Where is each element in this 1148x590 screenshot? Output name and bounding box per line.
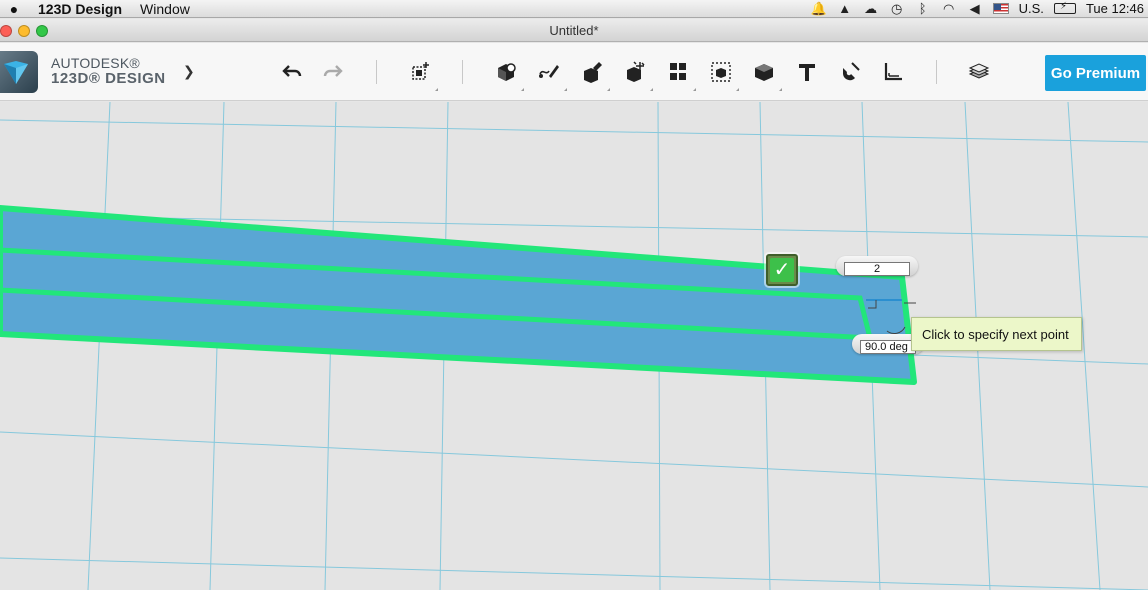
text-icon xyxy=(799,64,815,81)
minimize-window-button[interactable] xyxy=(18,25,30,37)
combine-icon xyxy=(755,64,773,81)
material-icon xyxy=(968,63,990,79)
primitives-button[interactable] xyxy=(405,57,438,91)
sketch-icon xyxy=(539,65,559,78)
volume-icon[interactable]: ◀ xyxy=(967,1,983,17)
snap-button[interactable] xyxy=(835,57,865,87)
pattern-icon xyxy=(670,63,686,80)
brand-line-autodesk: AUTODESK® xyxy=(51,55,140,71)
snap-icon xyxy=(843,62,860,81)
box-primitive-icon xyxy=(498,63,516,81)
group-button[interactable] xyxy=(706,57,739,91)
modify-icon xyxy=(627,61,645,82)
time-machine-icon[interactable]: ◷ xyxy=(889,1,905,17)
go-premium-button[interactable]: Go Premium xyxy=(1045,55,1146,91)
window-title: Untitled* xyxy=(549,22,599,38)
app-menu[interactable]: 123D Design xyxy=(38,1,122,17)
input-source[interactable]: U.S. xyxy=(1019,1,1044,16)
measure-button[interactable] xyxy=(878,57,908,87)
undo-icon xyxy=(282,65,302,77)
clock[interactable]: Tue 12:46 xyxy=(1086,1,1144,16)
redo-button[interactable] xyxy=(318,57,348,87)
toolbar-separator xyxy=(936,60,937,84)
wifi-icon[interactable]: ◠ xyxy=(941,1,957,17)
apple-icon[interactable]: ● xyxy=(0,1,28,17)
length-dimension-box[interactable] xyxy=(836,256,918,276)
brand-line-product: 123D® DESIGN xyxy=(51,70,166,87)
length-input[interactable] xyxy=(844,262,910,276)
notification-icon[interactable]: 🔔 xyxy=(811,1,827,17)
modify-button[interactable] xyxy=(620,57,653,91)
primitives-menu-button[interactable] xyxy=(491,57,524,91)
undo-button[interactable] xyxy=(277,57,307,87)
brand-wordmark: AUTODESK® 123D® DESIGN xyxy=(51,55,166,87)
hint-tooltip: Click to specify next point xyxy=(911,317,1082,351)
drive-icon[interactable]: ▲ xyxy=(837,1,853,16)
3d-viewport[interactable]: ✓ Click to specify next point xyxy=(0,102,1148,590)
flag-icon[interactable] xyxy=(992,3,1009,14)
group-icon xyxy=(711,62,731,82)
cloud-icon[interactable]: ☁ xyxy=(863,1,879,17)
pattern-button[interactable] xyxy=(663,57,696,91)
construct-button[interactable] xyxy=(577,57,610,91)
toolbar-separator xyxy=(462,60,463,84)
menu-bar: ● 123D Design Window 🔔 ▲ ☁ ◷ ᛒ ◠ ◀ U.S. … xyxy=(0,0,1148,18)
combine-button[interactable] xyxy=(749,57,782,91)
menu-window[interactable]: Window xyxy=(140,1,190,17)
redo-icon xyxy=(323,65,343,77)
confirm-button[interactable]: ✓ xyxy=(766,254,798,286)
construct-icon xyxy=(584,62,602,83)
close-window-button[interactable] xyxy=(0,25,12,37)
angle-input[interactable] xyxy=(860,340,916,354)
ruler-icon xyxy=(884,63,902,81)
window-title-bar: Untitled* xyxy=(0,19,1148,42)
toolbar-separator xyxy=(376,60,377,84)
zoom-window-button[interactable] xyxy=(36,25,48,37)
status-tray: 🔔 ▲ ☁ ◷ ᛒ ◠ ◀ U.S. Tue 12:46 xyxy=(811,1,1148,17)
check-icon: ✓ xyxy=(770,258,794,282)
sketch-button[interactable] xyxy=(534,57,567,91)
main-toolbar: AUTODESK® 123D® DESIGN ❯ Go Premium xyxy=(0,43,1148,101)
battery-icon[interactable] xyxy=(1053,1,1076,14)
material-button[interactable] xyxy=(964,57,994,87)
chevron-down-icon[interactable]: ❯ xyxy=(183,63,195,80)
primitives-icon xyxy=(412,62,429,80)
autodesk-logo-icon xyxy=(0,51,38,93)
bluetooth-icon[interactable]: ᛒ xyxy=(915,1,931,16)
text-button[interactable] xyxy=(792,57,822,87)
